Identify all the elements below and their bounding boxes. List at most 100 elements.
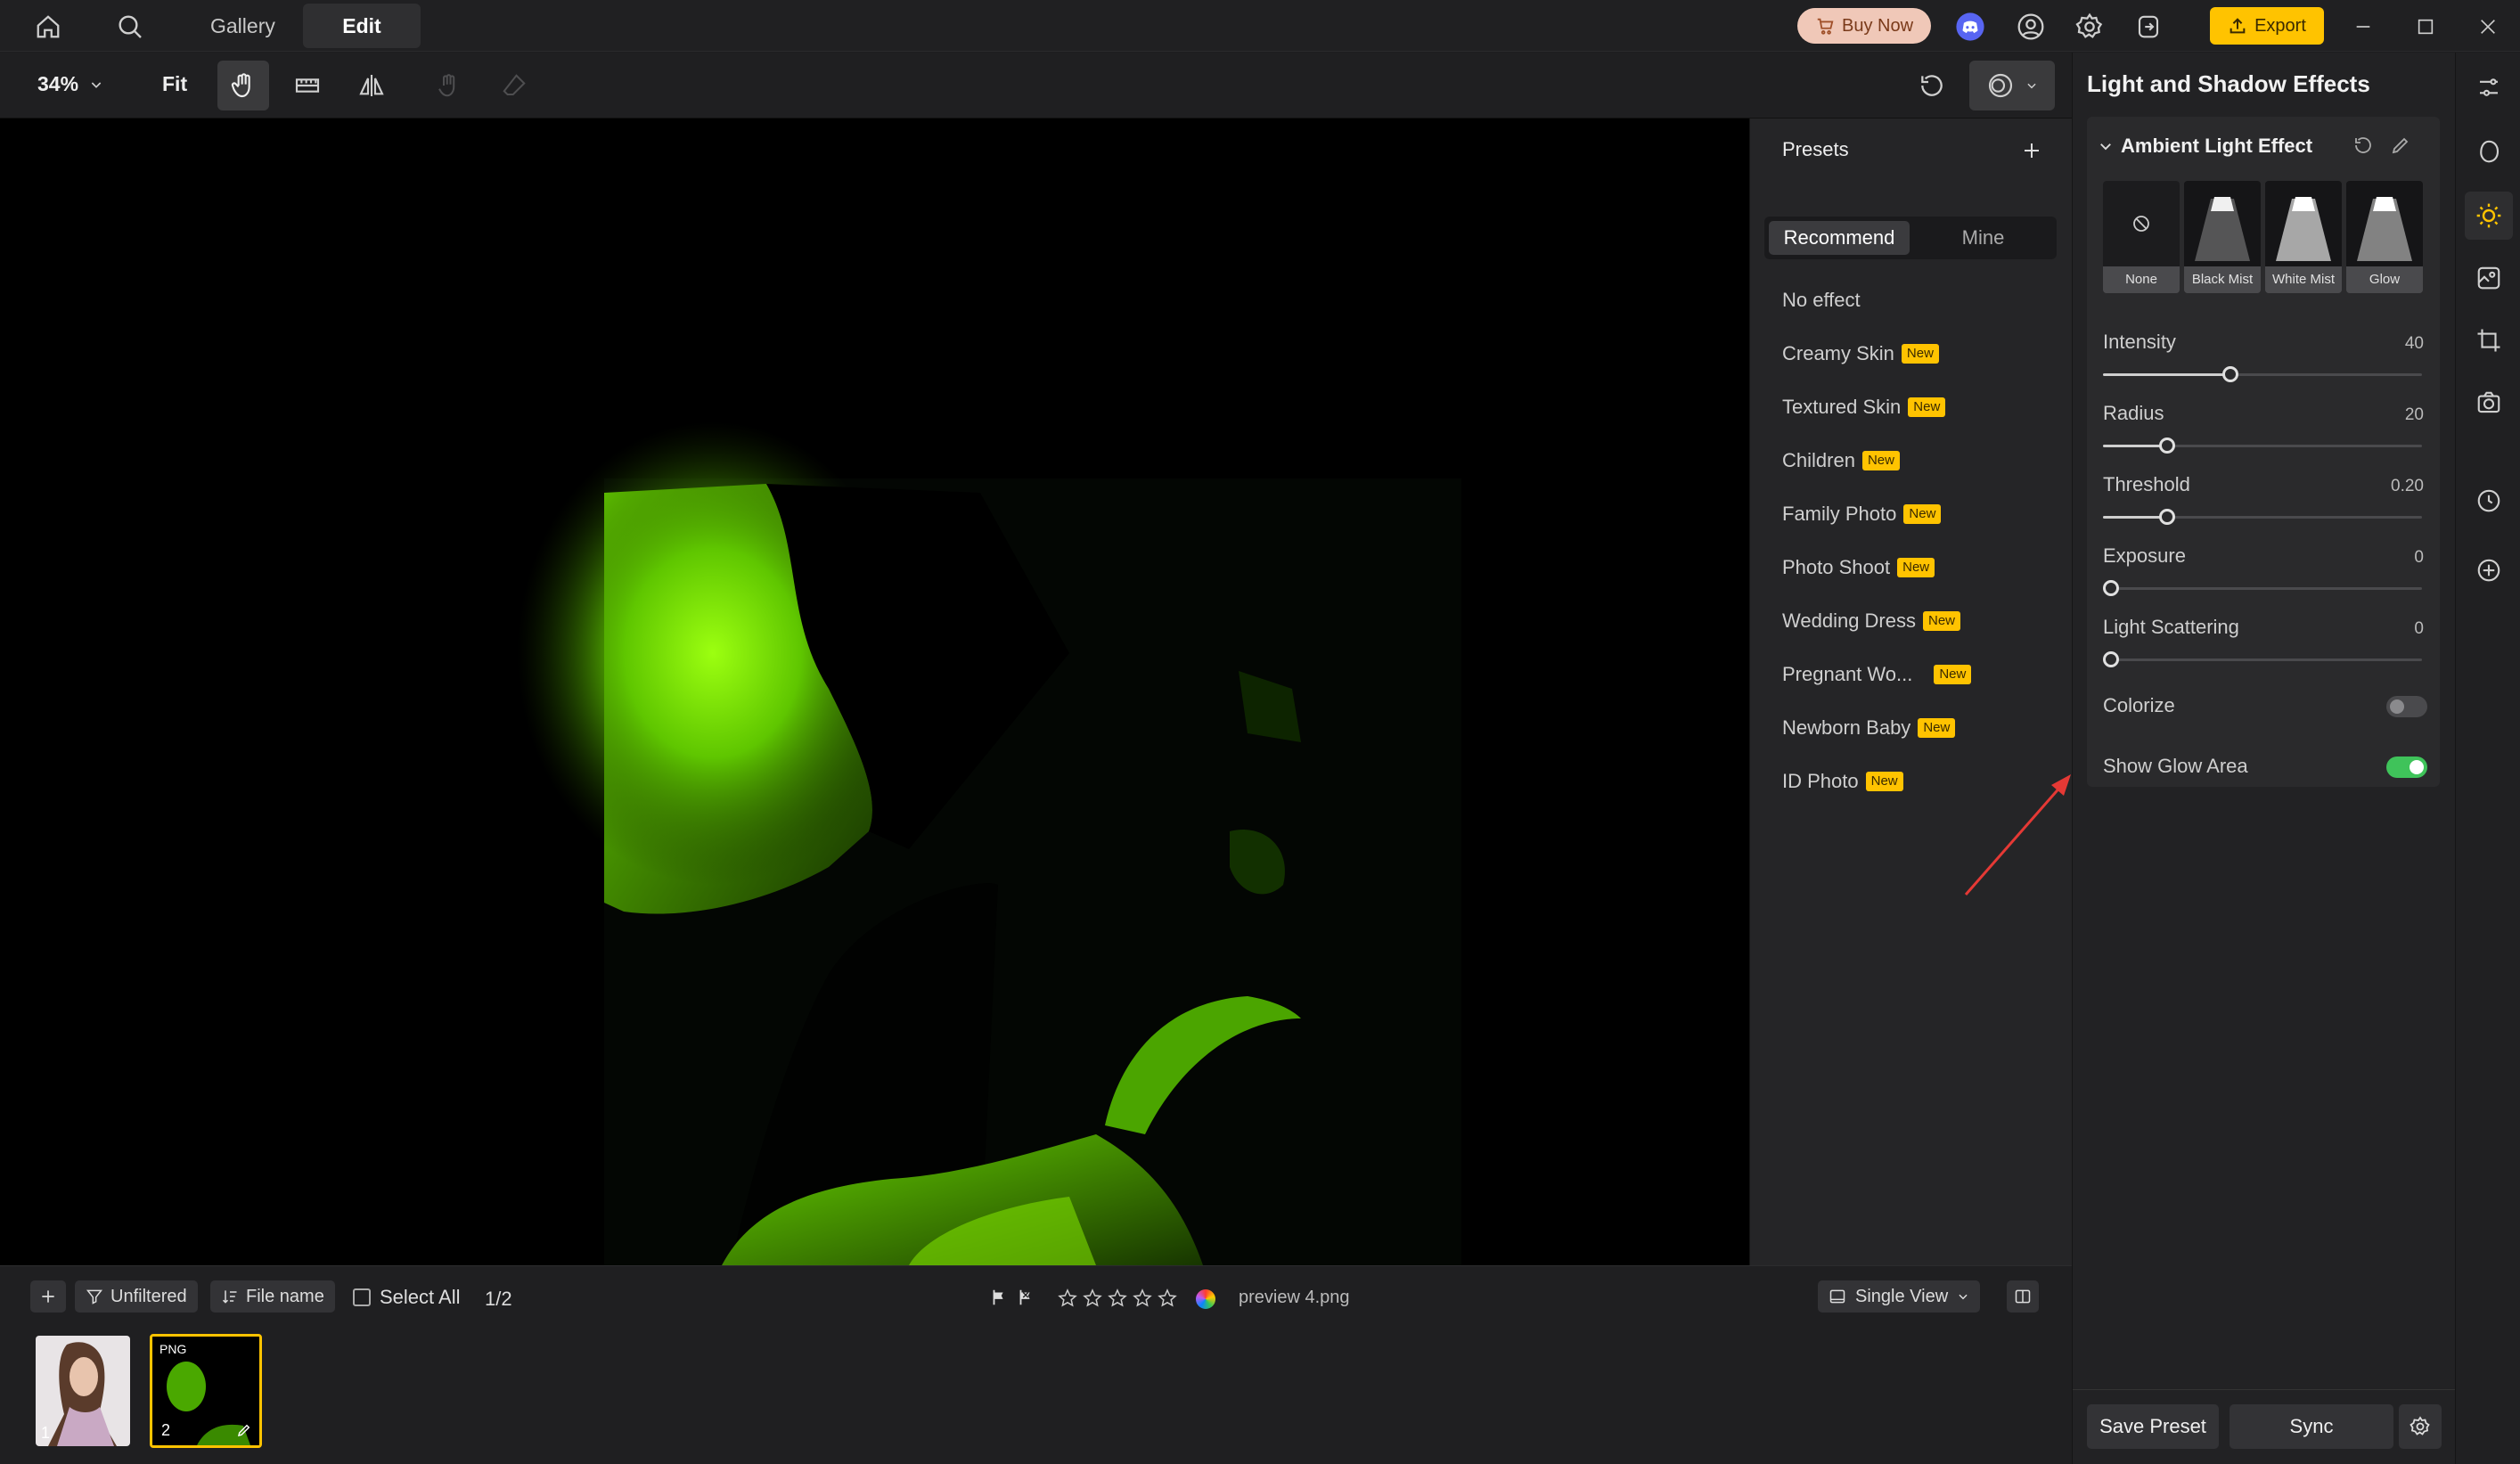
history-icon[interactable] [2465,477,2513,525]
settings-icon[interactable] [2073,10,2107,44]
tab-edit[interactable]: Edit [303,4,421,48]
home-icon[interactable] [32,11,64,43]
black-mist-preview [2184,181,2261,266]
camera-icon[interactable] [2465,379,2513,427]
collapse-chevron-icon[interactable] [2098,138,2114,154]
preset-item[interactable]: Creamy Skin New [1782,342,1939,365]
flip-button[interactable] [346,61,397,110]
star-icon[interactable] [1107,1288,1128,1309]
close-icon[interactable] [2474,12,2502,41]
new-badge: New [1861,451,1900,470]
export-button[interactable]: Export [2210,7,2324,45]
crop-icon[interactable] [2465,316,2513,364]
intensity-slider[interactable] [2103,366,2422,382]
preset-item[interactable]: Children New [1782,449,1900,472]
preset-item[interactable]: Pregnant Wo... New [1782,663,1972,686]
tab-gallery[interactable]: Gallery [184,4,302,48]
account-icon[interactable] [2014,10,2048,44]
slider-handle[interactable] [2158,509,2175,525]
compare-icon [295,78,320,93]
show-glow-toggle[interactable] [2386,757,2427,778]
preset-item[interactable]: No effect [1782,289,1861,312]
reset-button[interactable] [1907,61,1957,110]
new-badge: New [1865,772,1903,791]
share-icon[interactable] [2131,10,2165,44]
sync-button[interactable]: Sync [2230,1404,2393,1449]
effect-black-mist[interactable]: Black Mist [2184,181,2261,293]
tab-mine[interactable]: Mine [1914,221,2052,255]
fit-button[interactable]: Fit [162,72,187,96]
add-tool-icon[interactable] [2465,546,2513,594]
star-icon[interactable] [1157,1288,1178,1309]
chevron-down-icon [2027,83,2036,89]
reject-flag-icon[interactable] [1016,1288,1035,1307]
effect-none[interactable]: None [2103,181,2180,293]
thumb-index: 1 [41,1424,51,1442]
preset-item[interactable]: Family Photo New [1782,503,1942,526]
hand-tool-button[interactable] [217,61,269,110]
add-photo-button[interactable] [30,1280,66,1313]
filmstrip-thumb-selected[interactable]: PNG 2 [150,1334,262,1448]
split-view-button[interactable] [2007,1280,2039,1313]
zoom-dropdown[interactable]: 34% [37,72,103,96]
preset-label: Family Photo [1782,503,1897,525]
image-canvas[interactable] [0,119,1749,1265]
star-icon[interactable] [1057,1288,1078,1309]
preset-item[interactable]: Textured Skin New [1782,396,1946,419]
adjust-icon[interactable] [2465,63,2513,111]
slider-handle[interactable] [2158,438,2175,454]
radius-slider[interactable] [2103,438,2422,454]
slider-handle[interactable] [2103,651,2119,667]
slider-label: Radius [2103,402,2164,424]
star-rating[interactable] [1057,1288,1178,1309]
preset-item[interactable]: Photo Shoot New [1782,556,1935,579]
effect-label: Black Mist [2184,266,2261,293]
search-icon[interactable] [112,9,148,45]
flag-icon[interactable] [989,1288,1009,1307]
minimize-icon[interactable] [2349,12,2377,41]
sort-dropdown[interactable]: File name [210,1280,335,1313]
effect-glow[interactable]: Glow [2346,181,2423,293]
plus-icon [42,1290,54,1303]
sync-settings-button[interactable] [2399,1404,2442,1449]
reset-section-icon[interactable] [2352,135,2374,156]
view-mode-label: Single View [1855,1286,1949,1306]
annotation-arrow [1964,774,2071,896]
filter-icon [86,1289,103,1305]
view-mode-dropdown[interactable]: Single View [1818,1280,1981,1313]
maximize-icon[interactable] [2411,12,2440,41]
compare-button[interactable] [282,61,333,110]
select-all-checkbox[interactable]: Select All [353,1286,461,1309]
save-preset-button[interactable]: Save Preset [2087,1404,2219,1449]
effect-white-mist[interactable]: White Mist [2265,181,2342,293]
add-preset-button[interactable] [2014,133,2050,168]
overlay-dropdown[interactable] [1969,61,2055,110]
preset-label: Creamy Skin [1782,342,1894,364]
preset-item[interactable]: Wedding Dress New [1782,609,1961,633]
slider-label: Exposure [2103,544,2186,567]
color-label-icon[interactable] [1196,1289,1215,1309]
portrait-icon[interactable] [2465,127,2513,176]
new-badge: New [1923,611,1961,631]
star-icon[interactable] [1132,1288,1153,1309]
star-icon[interactable] [1082,1288,1103,1309]
filter-dropdown[interactable]: Unfiltered [75,1280,198,1313]
light-scattering-slider[interactable] [2103,651,2422,667]
sun-icon[interactable] [2465,192,2513,240]
sort-label: File name [246,1286,324,1306]
preset-item[interactable]: Newborn Baby New [1782,716,1956,740]
discord-icon[interactable] [1953,10,1987,44]
slider-handle[interactable] [2103,580,2119,596]
edit-pencil-icon[interactable] [2390,135,2411,156]
file-type-badge: PNG [160,1342,187,1356]
threshold-slider[interactable] [2103,509,2422,525]
buy-now-button[interactable]: Buy Now [1797,8,1931,44]
exposure-slider[interactable] [2103,580,2422,596]
gear-icon [2410,1416,2430,1435]
filmstrip-thumb[interactable]: 1 [36,1336,130,1446]
preset-item[interactable]: ID Photo New [1782,770,1903,793]
colorize-toggle[interactable] [2386,696,2427,717]
slider-handle[interactable] [2222,366,2239,382]
image-edit-icon[interactable] [2465,254,2513,302]
tab-recommend[interactable]: Recommend [1769,221,1910,255]
